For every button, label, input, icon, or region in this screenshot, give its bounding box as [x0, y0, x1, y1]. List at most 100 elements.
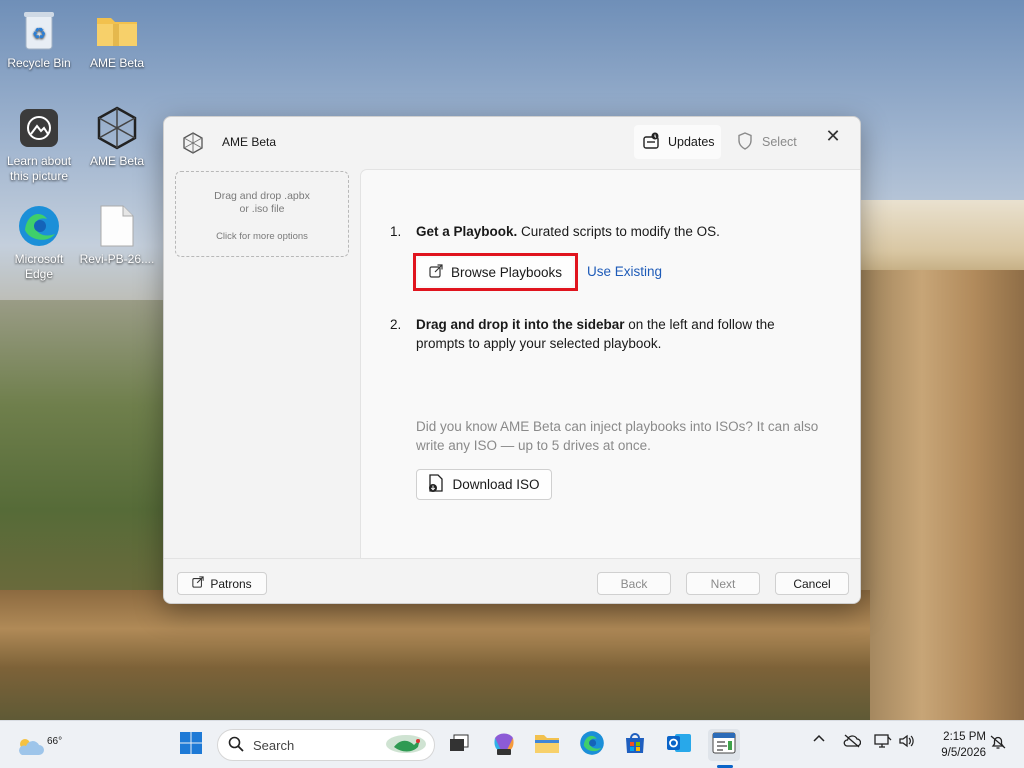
taskbar-search[interactable]: Search	[217, 729, 435, 761]
download-iso-label: Download ISO	[452, 477, 540, 492]
step-1-desc: Curated scripts to modify the OS.	[517, 224, 720, 239]
drop-zone-text-2: or .iso file	[239, 203, 285, 215]
window-title: AME Beta	[222, 135, 277, 149]
tab-updates-label: Updates	[668, 135, 715, 149]
search-highlight-bird-icon	[384, 733, 428, 758]
iso-hint-line-1: Did you know AME Beta can inject playboo…	[416, 419, 819, 434]
edge-button[interactable]	[576, 729, 608, 761]
edge-icon	[17, 204, 61, 248]
desktop-icon-recycle-bin[interactable]: ♻ Recycle Bin	[0, 8, 78, 71]
ame-logo-icon	[95, 106, 139, 150]
outlook-icon	[666, 731, 692, 760]
folder-icon	[534, 732, 560, 759]
external-link-icon	[192, 576, 204, 591]
file-explorer-button[interactable]	[531, 729, 563, 761]
playbook-drop-zone[interactable]: Drag and drop .apbx or .iso file Click f…	[175, 171, 349, 257]
store-icon	[623, 731, 647, 760]
iso-hint: Did you know AME Beta can inject playboo…	[416, 417, 818, 455]
close-button[interactable]: ✕	[818, 123, 848, 149]
use-existing-link[interactable]: Use Existing	[587, 264, 662, 279]
edge-icon	[579, 730, 605, 761]
clock-date: 9/5/2026	[941, 747, 986, 759]
app-window-icon	[712, 732, 736, 759]
drop-zone-hint: Click for more options	[216, 231, 308, 242]
desktop-icon-label: AME Beta	[89, 56, 145, 70]
network-icon[interactable]	[874, 733, 892, 752]
main-content: 1. Get a Playbook. Curated scripts to mo…	[360, 169, 860, 558]
step-2-text: Drag and drop it into the sidebar on the…	[416, 315, 775, 353]
browse-playbooks-label: Browse Playbooks	[450, 264, 563, 280]
sidebar: Drag and drop .apbx or .iso file Click f…	[164, 169, 360, 558]
search-icon	[228, 736, 244, 755]
back-button[interactable]: Back	[597, 572, 671, 595]
file-icon	[95, 204, 139, 248]
cancel-label: Cancel	[793, 576, 831, 591]
cloud-icon	[16, 737, 44, 762]
external-link-icon	[429, 263, 443, 281]
desktop-icon-label: Learn about this picture	[6, 154, 72, 183]
wallpaper-valley	[0, 300, 165, 600]
tab-updates[interactable]: Updates	[634, 125, 721, 159]
cloud-offline-icon[interactable]	[843, 733, 862, 752]
weather-widget[interactable]: 66°	[16, 729, 62, 762]
task-view-button[interactable]	[443, 729, 475, 761]
search-placeholder: Search	[253, 737, 295, 753]
patrons-label: Patrons	[210, 576, 252, 591]
microsoft-store-button[interactable]	[619, 729, 651, 761]
desktop-icon-label: AME Beta	[89, 154, 145, 168]
back-label: Back	[620, 576, 648, 591]
weather-temp: 66°	[47, 736, 63, 747]
desktop-icon-revi-pb[interactable]: Revi-PB-26....	[78, 204, 156, 267]
next-button[interactable]: Next	[686, 572, 760, 595]
patrons-button[interactable]: Patrons	[177, 572, 267, 595]
desktop-icon-label: Microsoft Edge	[14, 252, 64, 281]
desktop-icon-label: Recycle Bin	[7, 56, 71, 70]
wallpaper-cliff	[854, 270, 1024, 720]
download-file-icon	[428, 474, 444, 495]
updates-icon	[642, 132, 660, 153]
volume-icon[interactable]	[898, 733, 916, 752]
recycle-bin-icon: ♻	[17, 8, 61, 52]
clock-time: 2:15 PM	[943, 731, 986, 743]
m365-copilot-button[interactable]	[488, 729, 520, 761]
folder-icon	[95, 8, 139, 52]
ame-logo-icon	[182, 132, 204, 154]
iso-hint-line-2: write any ISO — up to 5 drives at once.	[416, 438, 651, 453]
m365-icon	[491, 730, 517, 761]
desktop-icon-microsoft-edge[interactable]: Microsoft Edge	[0, 204, 78, 282]
cancel-button[interactable]: Cancel	[775, 572, 849, 595]
desktop-icon-ame-beta-folder[interactable]: AME Beta	[78, 8, 156, 71]
taskbar: 66° Search 2:15 PM 9/5/2026	[0, 720, 1024, 768]
notification-bell-icon[interactable]	[990, 734, 1006, 753]
start-button[interactable]	[175, 729, 207, 761]
ame-beta-window: AME Beta Updates Select ✕ Drag and drop …	[163, 116, 861, 604]
step-1-number: 1.	[390, 224, 402, 239]
shield-icon	[737, 131, 753, 153]
step-2-desc: on the left and follow the	[624, 317, 775, 332]
desktop-icon-ame-beta-app[interactable]: AME Beta	[78, 106, 156, 169]
tab-select[interactable]: Select	[737, 125, 797, 159]
task-view-icon	[448, 733, 470, 758]
step-2-number: 2.	[390, 317, 402, 332]
step-2-title: Drag and drop it into the sidebar	[416, 317, 625, 332]
tab-select-label: Select	[762, 135, 797, 149]
camera-icon	[17, 106, 61, 150]
desktop-icon-label: Revi-PB-26....	[79, 252, 155, 266]
step-1-text: Get a Playbook. Curated scripts to modif…	[416, 222, 720, 241]
next-label: Next	[710, 576, 736, 591]
outlook-button[interactable]	[663, 729, 695, 761]
step-2-desc-2: prompts to apply your selected playbook.	[416, 336, 662, 351]
chevron-up-icon[interactable]	[813, 733, 825, 748]
step-1-title: Get a Playbook.	[416, 224, 518, 239]
browse-playbooks-button[interactable]: Browse Playbooks	[418, 258, 573, 286]
download-iso-button[interactable]: Download ISO	[416, 469, 552, 500]
desktop-icon-learn-about-picture[interactable]: Learn about this picture	[0, 106, 78, 184]
window-footer: Patrons Back Next Cancel	[164, 558, 860, 603]
ame-beta-taskbar-button[interactable]	[708, 729, 740, 761]
svg-text:♻: ♻	[32, 26, 46, 43]
title-bar: AME Beta Updates Select ✕	[164, 117, 860, 169]
system-clock[interactable]: 2:15 PM 9/5/2026	[928, 729, 986, 761]
windows-logo-icon	[179, 731, 203, 760]
close-icon: ✕	[825, 125, 841, 146]
drop-zone-text: Drag and drop .apbx	[214, 190, 310, 202]
